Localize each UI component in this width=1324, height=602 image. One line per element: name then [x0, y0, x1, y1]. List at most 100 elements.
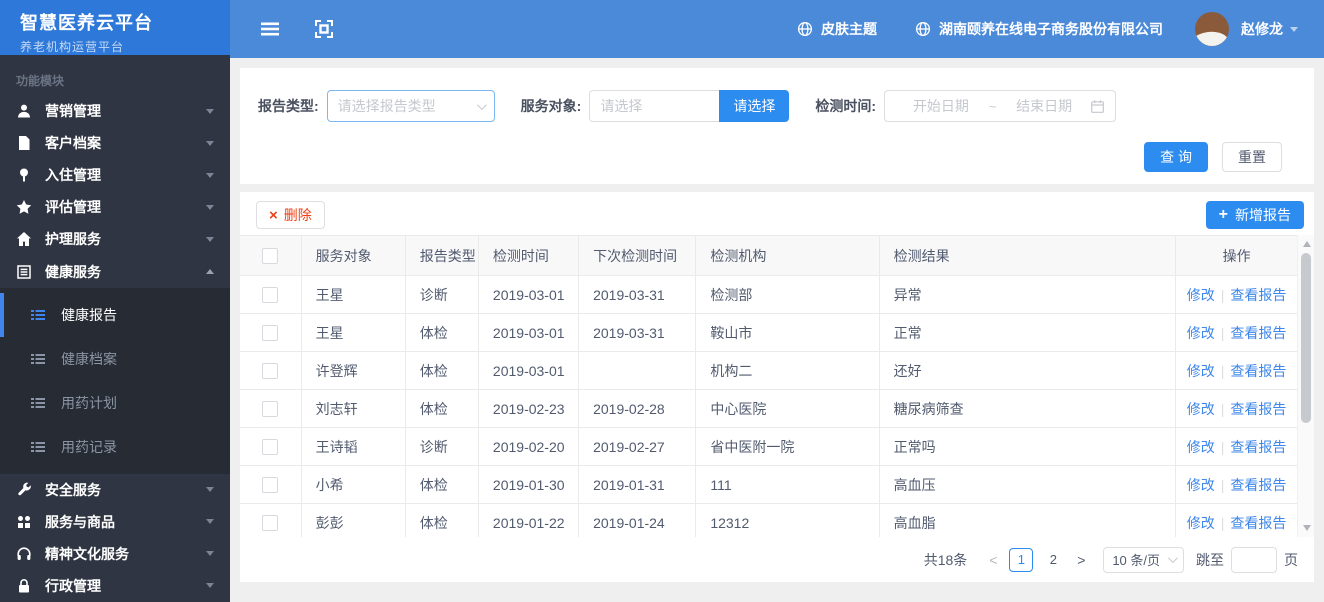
- row-checkbox[interactable]: [262, 325, 279, 342]
- table-row: 彭彭 体检 2019-01-22 2019-01-24 12312 高血脂 修改…: [240, 503, 1297, 537]
- sidebar-item-label: 用药记录: [61, 438, 117, 455]
- cell-type: 诊断: [405, 427, 479, 466]
- page-button-2[interactable]: 2: [1041, 548, 1065, 572]
- jump-label: 跳至: [1196, 551, 1224, 568]
- edit-link[interactable]: 修改: [1187, 401, 1215, 417]
- edit-link[interactable]: 修改: [1187, 439, 1215, 455]
- view-report-link[interactable]: 查看报告: [1230, 477, 1286, 493]
- sidebar-item-label: 行政管理: [45, 577, 101, 594]
- filter-panel: 报告类型: 请选择报告类型 服务对象: 请选择 检测时间:: [240, 68, 1314, 184]
- edit-link[interactable]: 修改: [1187, 477, 1215, 493]
- view-report-link[interactable]: 查看报告: [1230, 287, 1286, 303]
- row-checkbox[interactable]: [262, 363, 279, 380]
- chevron-down-icon: [206, 551, 214, 557]
- app-title: 智慧医养云平台: [20, 13, 153, 33]
- avatar[interactable]: [1195, 12, 1229, 46]
- edit-link[interactable]: 修改: [1187, 363, 1215, 379]
- sidebar-item-customer-files[interactable]: 客户档案: [0, 127, 230, 159]
- company-selector[interactable]: 湖南颐养在线电子商务股份有限公司: [915, 19, 1163, 39]
- add-report-button[interactable]: + 新增报告: [1205, 201, 1304, 229]
- sidebar-item-label: 健康服务: [45, 263, 101, 280]
- user-menu[interactable]: 赵修龙: [1241, 19, 1298, 39]
- cell-name: 许登辉: [301, 351, 406, 390]
- chevron-down-icon: [1167, 553, 1178, 564]
- action-separator: |: [1220, 324, 1225, 341]
- wrench-icon: [16, 482, 32, 498]
- fullscreen-icon[interactable]: [314, 19, 334, 39]
- delete-label: 删除: [283, 207, 312, 223]
- view-report-link[interactable]: 查看报告: [1230, 363, 1286, 379]
- hamburger-menu-icon[interactable]: [260, 19, 280, 39]
- view-report-link[interactable]: 查看报告: [1230, 325, 1286, 341]
- table-zone: 服务对象 报告类型 检测时间 下次检测时间 检测机构 检测结果 操作 王星 诊断…: [240, 235, 1314, 537]
- sidebar-item-medication-plan[interactable]: 用药计划: [0, 381, 230, 425]
- sidebar-item-services-goods[interactable]: 服务与商品: [0, 506, 230, 538]
- view-report-link[interactable]: 查看报告: [1230, 439, 1286, 455]
- table-row: 小希 体检 2019-01-30 2019-01-31 111 高血压 修改 | 查…: [240, 465, 1297, 504]
- company-name: 湖南颐养在线电子商务股份有限公司: [939, 21, 1163, 37]
- table-viewport: 服务对象 报告类型 检测时间 下次检测时间 检测机构 检测结果 操作 王星 诊断…: [240, 235, 1297, 537]
- jump-page-input[interactable]: [1231, 546, 1277, 573]
- service-target-choose-button[interactable]: 请选择: [719, 90, 790, 122]
- next-page-button[interactable]: >: [1069, 548, 1093, 572]
- sidebar-item-cultural[interactable]: 精神文化服务: [0, 538, 230, 570]
- chevron-down-icon: [476, 99, 487, 110]
- cell-name: 小希: [301, 465, 406, 504]
- reset-button[interactable]: 重置: [1222, 142, 1282, 172]
- sidebar-item-health-archive[interactable]: 健康档案: [0, 337, 230, 381]
- report-type-select[interactable]: 请选择报告类型: [326, 90, 495, 122]
- delete-x-icon: ×: [269, 206, 278, 224]
- sidebar-item-security[interactable]: 安全服务: [0, 474, 230, 506]
- page-size-select[interactable]: 10 条/页: [1103, 546, 1184, 573]
- row-checkbox[interactable]: [262, 287, 279, 304]
- view-report-link[interactable]: 查看报告: [1230, 515, 1286, 531]
- list-icon: [30, 307, 46, 323]
- table-row: 王诗韬 诊断 2019-02-20 2019-02-27 省中医附一院 正常吗 …: [240, 427, 1297, 466]
- sidebar-item-administration[interactable]: 行政管理: [0, 570, 230, 602]
- edit-link[interactable]: 修改: [1187, 325, 1215, 341]
- edit-link[interactable]: 修改: [1187, 287, 1215, 303]
- sidebar-item-marketing[interactable]: 营销管理: [0, 95, 230, 127]
- row-checkbox[interactable]: [262, 439, 279, 456]
- scroll-up-arrow[interactable]: [1298, 237, 1314, 251]
- content: 报告类型: 请选择报告类型 服务对象: 请选择 检测时间:: [230, 58, 1324, 602]
- action-separator: |: [1220, 362, 1225, 379]
- skin-theme-button[interactable]: 皮肤主题: [797, 19, 877, 39]
- sidebar-item-checkin[interactable]: 入住管理: [0, 159, 230, 191]
- query-button[interactable]: 查 询: [1144, 142, 1208, 172]
- detect-time-filter: 检测时间: 开始日期 ~ 结束日期: [815, 90, 1117, 122]
- app-logo: 智慧医养云平台 养老机构运营平台: [0, 0, 230, 55]
- view-report-link[interactable]: 查看报告: [1230, 401, 1286, 417]
- sidebar-item-health-report[interactable]: 健康报告: [0, 292, 230, 337]
- edit-link[interactable]: 修改: [1187, 515, 1215, 531]
- service-target-input[interactable]: [589, 90, 720, 122]
- sidebar-item-nursing[interactable]: 护理服务: [0, 223, 230, 255]
- date-range-picker[interactable]: 开始日期 ~ 结束日期: [884, 90, 1117, 122]
- report-type-label: 报告类型:: [258, 98, 319, 114]
- scrollbar-thumb[interactable]: [1301, 253, 1311, 423]
- page-button-1[interactable]: 1: [1009, 547, 1034, 572]
- sidebar-item-label: 入住管理: [45, 167, 101, 184]
- pagination-total: 共18条: [923, 551, 968, 568]
- sidebar-item-health[interactable]: 健康服务: [0, 255, 230, 287]
- sidebar-item-assessment[interactable]: 评估管理: [0, 191, 230, 223]
- reports-table: 服务对象 报告类型 检测时间 下次检测时间 检测机构 检测结果 操作 王星 诊断…: [240, 235, 1297, 537]
- scroll-down-arrow[interactable]: [1298, 521, 1314, 535]
- delete-button[interactable]: × 删除: [256, 201, 325, 229]
- cell-name: 王星: [301, 313, 406, 352]
- select-all-checkbox[interactable]: [262, 248, 279, 265]
- pagination: 共18条 < 1 2 > 10 条/页 跳至 页: [240, 537, 1314, 582]
- row-checkbox[interactable]: [262, 401, 279, 418]
- cell-result: 高血脂: [879, 503, 1177, 537]
- row-checkbox[interactable]: [262, 477, 279, 494]
- chevron-down-icon: [206, 519, 214, 525]
- topbar-right: 皮肤主题 湖南颐养在线电子商务股份有限公司 赵修龙: [797, 12, 1298, 46]
- cell-type: 体检: [405, 313, 479, 352]
- jump-to-page: 跳至 页: [1196, 546, 1298, 573]
- prev-page-button[interactable]: <: [981, 548, 1005, 572]
- cell-next: 2019-01-31: [578, 465, 697, 504]
- list-icon: [30, 395, 46, 411]
- sidebar-item-medication-record[interactable]: 用药记录: [0, 425, 230, 469]
- row-checkbox[interactable]: [262, 515, 279, 532]
- table-scrollbar[interactable]: [1297, 235, 1314, 537]
